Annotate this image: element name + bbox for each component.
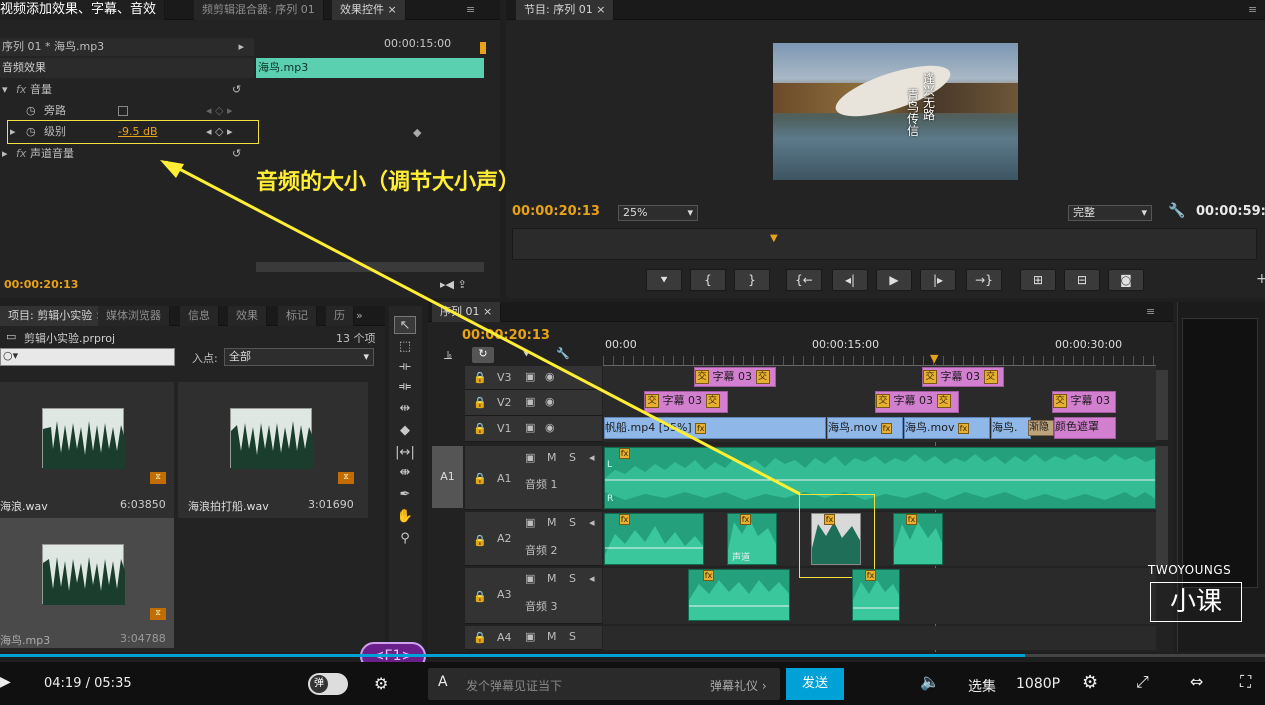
widescreen-icon[interactable]: ⇔ — [1190, 672, 1203, 691]
time-separator: / — [85, 676, 90, 691]
player-bar: ▶ 04:19 / 05:35 弹 ⚙ A 发个弹幕见证当下 弹幕礼仪 › 发送… — [0, 662, 1265, 705]
annotation-arrow — [160, 160, 801, 496]
episodes-button[interactable]: 选集 — [968, 676, 996, 696]
fullscreen-icon[interactable]: ⛶ — [1240, 672, 1251, 692]
danmaku-placeholder: 发个弹幕见证当下 — [466, 679, 563, 693]
danmaku-toggle-label: 弹 — [310, 675, 328, 693]
quality-button[interactable]: 1080P — [1016, 676, 1060, 692]
danmaku-etiquette-link[interactable]: 弹幕礼仪 › — [710, 677, 767, 694]
danmaku-input[interactable]: A 发个弹幕见证当下 弹幕礼仪 › — [428, 668, 780, 700]
settings-icon[interactable]: ⚙ — [1082, 672, 1098, 693]
progress-track[interactable] — [0, 654, 1265, 657]
volume-icon[interactable]: 🔈 — [920, 672, 940, 691]
play-icon[interactable]: ▶ — [0, 674, 11, 690]
send-button[interactable]: 发送 — [786, 668, 844, 700]
danmaku-toggle[interactable]: 弹 — [308, 673, 348, 695]
font-icon[interactable]: A — [438, 674, 448, 690]
current-time: 04:19 — [44, 676, 82, 691]
progress-fill — [0, 654, 1025, 657]
pip-icon[interactable]: ⤢ — [1136, 672, 1149, 692]
total-time: 05:35 — [94, 676, 132, 691]
player-time: 04:19 / 05:35 — [44, 676, 132, 691]
danmaku-settings-icon[interactable]: ⚙ — [374, 674, 388, 693]
